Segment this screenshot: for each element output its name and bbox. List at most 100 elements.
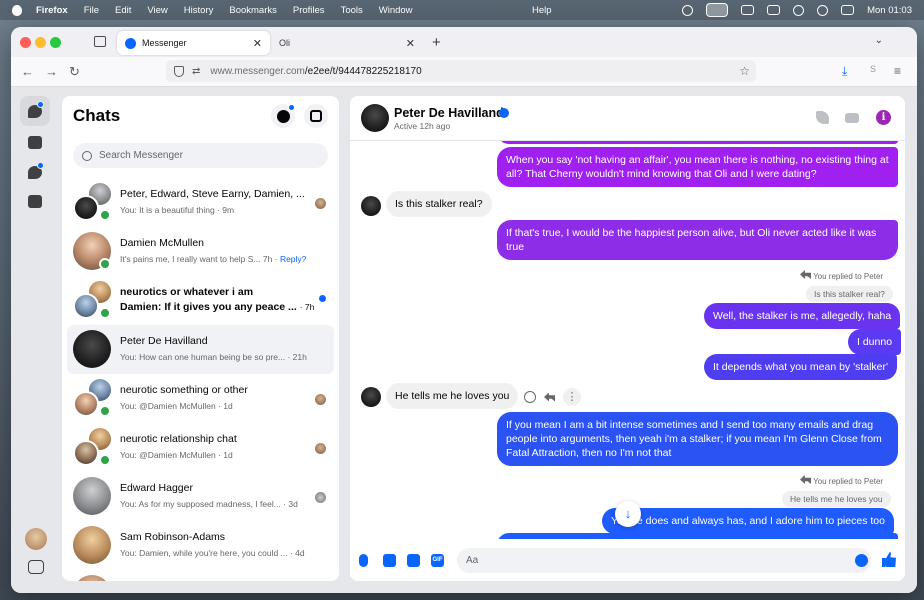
new-message-button[interactable]	[304, 104, 328, 128]
close-tab-icon[interactable]: ✕	[253, 37, 262, 50]
headphones-icon[interactable]	[793, 4, 805, 16]
minimize-window-button[interactable]	[35, 37, 46, 48]
chat-name: Damien McMullen	[120, 237, 205, 249]
address-bar[interactable]: ⇄ www.messenger.com/e2ee/t/9444782252181…	[166, 60, 756, 82]
message-bubble-incoming[interactable]: He tells me he loves you	[386, 383, 519, 409]
menu-help[interactable]: Help	[532, 5, 552, 16]
chat-list-item[interactable]: Damien McMullen It's pains me, I really …	[67, 227, 334, 276]
gif-icon[interactable]: GIF	[431, 554, 444, 567]
tab-manager-icon[interactable]	[94, 36, 106, 47]
tracking-protection-icon[interactable]	[174, 65, 184, 77]
tab-oli[interactable]: Oli ✕	[273, 31, 423, 55]
chat-list-item[interactable]: Peter, Edward, Steve Earny, Damien, ... …	[67, 178, 334, 227]
spotlight-search-icon[interactable]	[817, 4, 829, 16]
message-bubble-incoming[interactable]: Is this stalker real?	[386, 191, 492, 217]
app-menu-icon[interactable]: ≡	[894, 64, 901, 78]
menu-view[interactable]: View	[147, 5, 167, 16]
close-tab-icon[interactable]: ✕	[406, 37, 415, 50]
quoted-message[interactable]: Is this stalker real?	[806, 286, 893, 302]
reply-indicator: You replied to Peter	[800, 475, 883, 486]
fullscreen-window-button[interactable]	[50, 37, 61, 48]
chat-list-item[interactable]: neurotic relationship chat You: @Damien …	[67, 423, 334, 472]
microphone-icon[interactable]	[359, 554, 368, 567]
message-bubble-outgoing[interactable]: If that's true, I would be the happiest …	[497, 220, 898, 260]
rail-archive-button[interactable]	[20, 186, 50, 216]
sender-avatar	[361, 387, 381, 407]
chat-list-item[interactable]	[67, 570, 334, 581]
tab-messenger[interactable]: Messenger ✕	[117, 31, 270, 55]
conversation-info-icon[interactable]: i	[876, 110, 891, 125]
notification-dot	[288, 104, 295, 111]
menu-bookmarks[interactable]: Bookmarks	[229, 5, 277, 16]
chat-list-item[interactable]: neurotics or whatever i am Damien: If it…	[67, 276, 334, 325]
back-icon[interactable]: ←	[21, 64, 34, 79]
seen-avatar	[315, 198, 326, 209]
message-bubble-outgoing[interactable]: When you say 'not having an affair', you…	[497, 147, 898, 187]
menu-history[interactable]: History	[184, 5, 214, 16]
forward-icon[interactable]: →	[45, 64, 58, 79]
extension-icon[interactable]: S	[870, 64, 876, 74]
thumbs-up-icon[interactable]	[882, 552, 896, 567]
apple-logo-icon[interactable]	[12, 4, 22, 16]
message-composer: GIF Aa	[350, 539, 905, 581]
menu-tools[interactable]: Tools	[341, 5, 363, 16]
downloads-icon[interactable]: ⤓	[842, 64, 847, 79]
message-bubble-outgoing[interactable]: If you mean I am a bit intense sometimes…	[497, 412, 898, 466]
message-input[interactable]: Aa	[457, 548, 871, 573]
toggle-sidebar-icon[interactable]	[28, 560, 44, 574]
facebook-button[interactable]	[271, 104, 295, 128]
contact-name[interactable]: Peter De Havilland	[394, 106, 504, 120]
scroll-to-bottom-button[interactable]: ↓	[615, 501, 641, 527]
search-icon	[82, 150, 92, 161]
sticker-icon[interactable]	[407, 554, 420, 567]
menu-edit[interactable]: Edit	[115, 5, 131, 16]
chat-list-item[interactable]: neurotic something or other You: @Damien…	[67, 374, 334, 423]
chat-name: Sam Robinson-Adams	[120, 531, 226, 543]
battery-icon[interactable]	[767, 5, 781, 15]
new-tab-icon[interactable]: +	[432, 34, 441, 51]
video-call-icon[interactable]	[845, 113, 859, 123]
chat-list-item[interactable]: Edward Hagger You: As for my supposed ma…	[67, 472, 334, 521]
audio-call-icon[interactable]	[816, 111, 829, 124]
menu-window[interactable]: Window	[379, 5, 413, 16]
message-bubble-outgoing[interactable]: It depends what you mean by 'stalker'	[704, 354, 898, 380]
message-bubble-outgoing[interactable]: Yes he does and always has, and I adore …	[602, 508, 894, 534]
control-center-icon[interactable]	[841, 5, 855, 15]
openai-icon[interactable]	[682, 4, 694, 16]
online-indicator	[99, 209, 111, 221]
close-window-button[interactable]	[20, 37, 31, 48]
conversation-panel: Peter De Havilland Active 12h ago i When…	[350, 96, 905, 581]
reply-arrow-icon	[800, 270, 811, 279]
navigation-toolbar: ← → ↻ ⇄ www.messenger.com/e2ee/t/9444782…	[11, 57, 917, 87]
profile-avatar[interactable]	[25, 528, 47, 550]
chat-list-item[interactable]: Sam Robinson-Adams You: Damien, while yo…	[67, 521, 334, 570]
menu-file[interactable]: File	[84, 5, 99, 16]
more-options-icon[interactable]: ⋮	[563, 388, 581, 406]
clock[interactable]: Mon 01:03	[867, 5, 912, 16]
list-all-tabs-icon[interactable]: ⌄	[875, 35, 883, 46]
url-text[interactable]: www.messenger.com/e2ee/t/944478225218170	[210, 66, 421, 77]
attach-image-icon[interactable]	[383, 554, 396, 567]
rail-chats-button[interactable]	[20, 96, 50, 126]
message-bubble-outgoing[interactable]: I dunno	[848, 329, 902, 355]
rail-requests-button[interactable]	[20, 157, 50, 187]
screen-mirroring-icon[interactable]	[706, 3, 729, 17]
chat-list-item-selected[interactable]: Peter De Havilland You: How can one huma…	[67, 325, 334, 374]
permissions-icon[interactable]: ⇄	[192, 66, 200, 77]
rail-marketplace-button[interactable]	[20, 127, 50, 157]
bookmark-star-icon[interactable]: ☆	[739, 64, 750, 78]
react-emoji-icon[interactable]	[524, 391, 536, 403]
search-input[interactable]: Search Messenger	[73, 143, 328, 168]
reply-icon[interactable]	[544, 392, 555, 402]
quoted-message[interactable]: He tells me he loves you	[782, 491, 891, 507]
contact-avatar[interactable]	[361, 104, 389, 132]
messenger-page: Chats Search Messenger Peter, Edward, St…	[11, 87, 917, 593]
message-actions: ⋮	[524, 388, 581, 406]
message-bubble-outgoing[interactable]: Well, the stalker is me, allegedly, haha	[704, 303, 901, 329]
menu-app-firefox[interactable]: Firefox	[36, 5, 68, 16]
reply-link[interactable]: Reply?	[280, 254, 306, 264]
gamepad-icon[interactable]	[741, 5, 755, 15]
reload-icon[interactable]: ↻	[69, 64, 80, 80]
menu-profiles[interactable]: Profiles	[293, 5, 325, 16]
emoji-picker-icon[interactable]	[855, 554, 868, 567]
